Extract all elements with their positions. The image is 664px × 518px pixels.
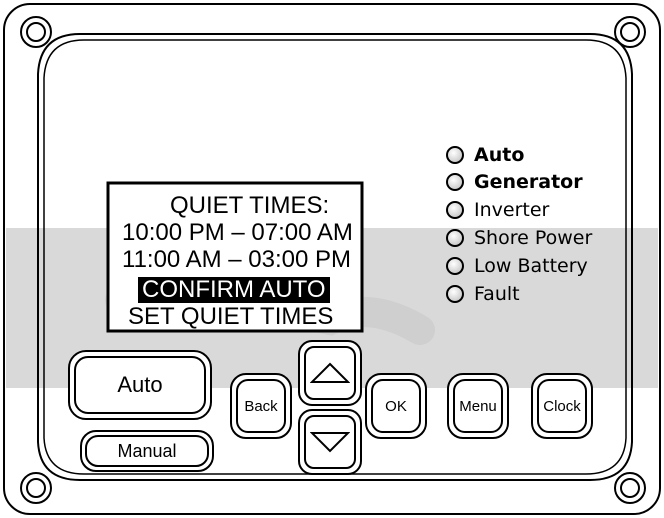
- led-auto-icon: [446, 146, 464, 164]
- down-arrow-button[interactable]: [298, 409, 362, 475]
- screw-icon: [614, 472, 646, 504]
- lcd-menu-option[interactable]: SET QUIET TIMES: [128, 304, 333, 330]
- led-inverter-icon: [446, 201, 464, 219]
- clock-button-label: Clock: [543, 397, 581, 415]
- indicator-inverter: Inverter: [474, 199, 550, 221]
- auto-button-label: Auto: [117, 372, 163, 397]
- back-button[interactable]: Back: [230, 373, 292, 439]
- ok-button-label: OK: [385, 397, 407, 415]
- led-generator-icon: [446, 173, 464, 191]
- indicator-generator: Generator: [474, 171, 583, 193]
- indicator-low-battery: Low Battery: [474, 255, 588, 277]
- auto-button[interactable]: Auto: [68, 350, 212, 420]
- triangle-down-icon: [310, 432, 350, 453]
- manual-button[interactable]: Manual: [80, 430, 214, 472]
- indicator-auto: Auto: [474, 144, 525, 166]
- lcd-title: QUIET TIMES:: [170, 192, 330, 219]
- screw-icon: [614, 16, 646, 48]
- back-button-label: Back: [244, 397, 278, 415]
- lcd-menu-selected[interactable]: CONFIRM AUTO: [138, 277, 330, 303]
- menu-button[interactable]: Menu: [447, 373, 509, 439]
- menu-button-label: Menu: [459, 397, 497, 415]
- led-low-battery-icon: [446, 257, 464, 275]
- lcd-time-range-1: 10:00 PM – 07:00 AM: [122, 219, 353, 246]
- clock-button[interactable]: Clock: [531, 373, 593, 439]
- led-shore-power-icon: [446, 229, 464, 247]
- lcd-time-range-2: 11:00 AM – 03:00 PM: [122, 246, 352, 273]
- indicator-shore-power: Shore Power: [474, 227, 593, 249]
- indicator-fault: Fault: [474, 283, 520, 305]
- triangle-up-icon: [310, 362, 350, 383]
- ok-button[interactable]: OK: [365, 373, 427, 439]
- up-arrow-button[interactable]: [298, 340, 362, 406]
- screw-icon: [20, 472, 52, 504]
- led-fault-icon: [446, 285, 464, 303]
- manual-button-label: Manual: [117, 440, 177, 461]
- screw-icon: [20, 16, 52, 48]
